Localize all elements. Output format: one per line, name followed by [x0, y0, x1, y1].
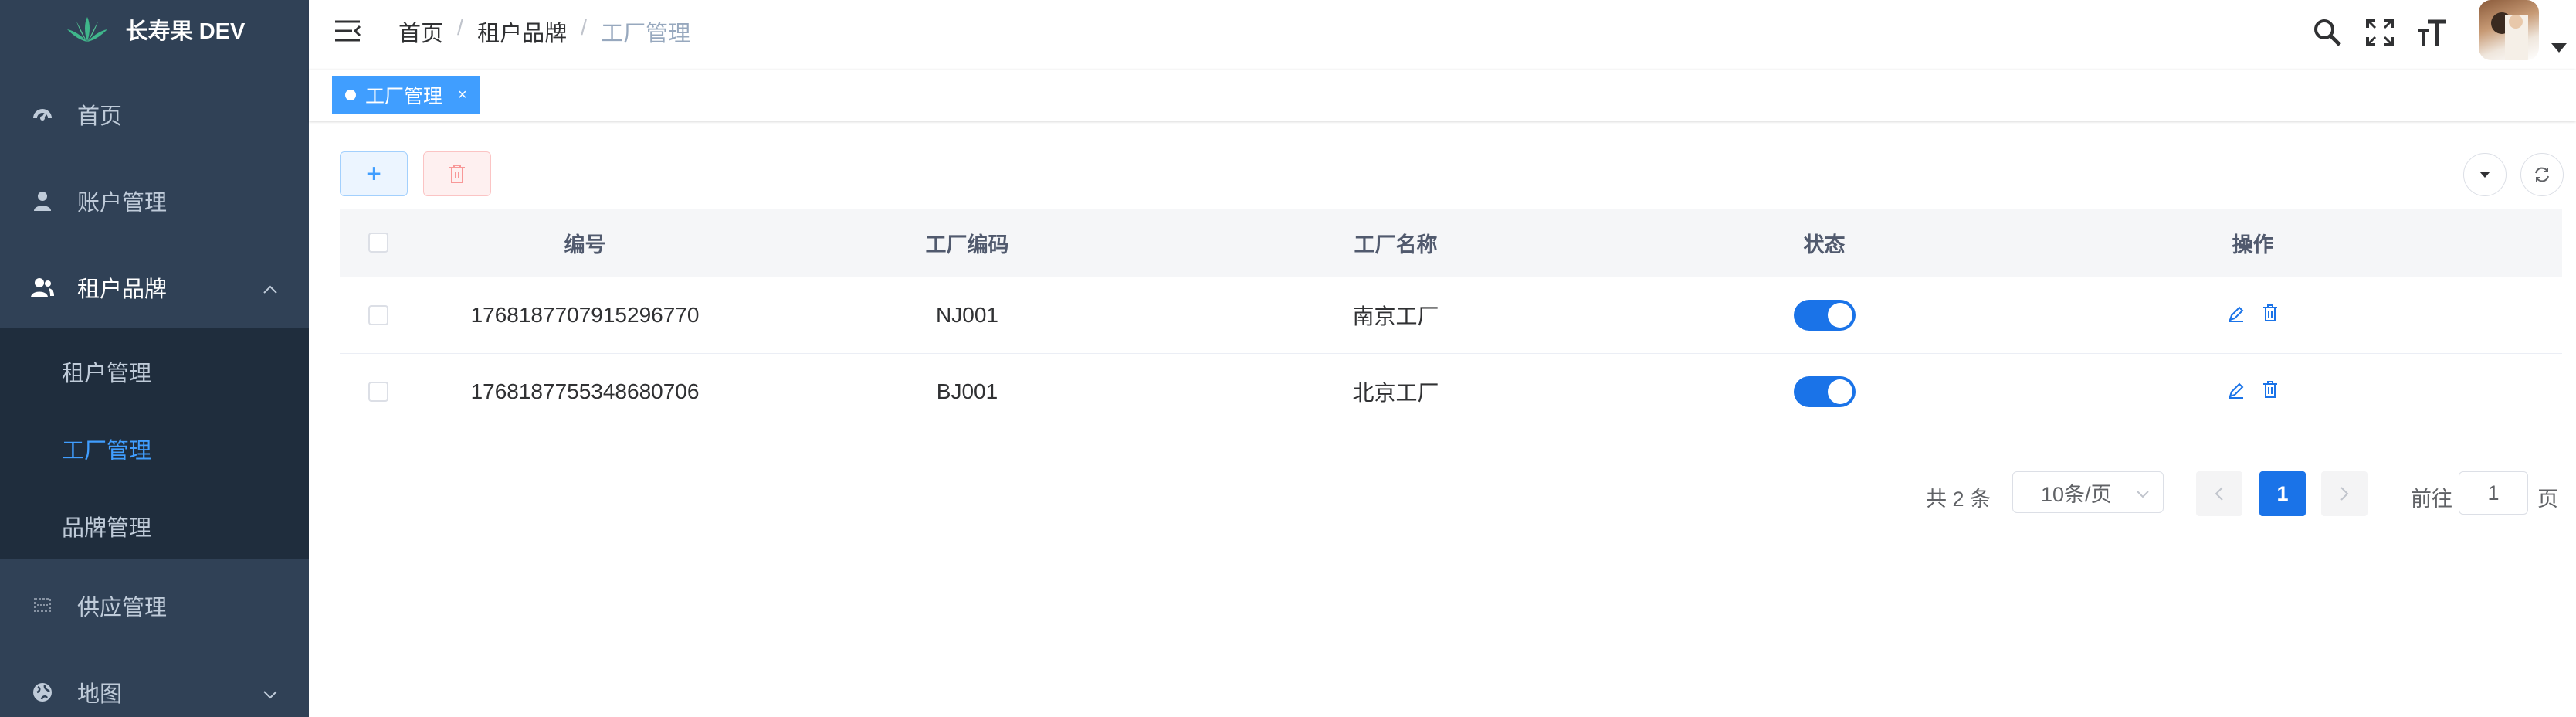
chevron-left-icon — [2215, 487, 2223, 501]
tag-dot — [345, 90, 356, 100]
peoples-icon — [29, 274, 56, 301]
submenu: 租户管理 工厂管理 品牌管理 — [0, 328, 309, 559]
trash-icon — [449, 165, 465, 183]
table-header: 编号 工厂编码 工厂名称 状态 操作 — [340, 209, 2562, 277]
add-button[interactable]: + — [340, 151, 408, 196]
row-select-cell — [340, 382, 417, 402]
chevron-down-icon — [263, 680, 278, 705]
sidebar-item-home[interactable]: 首页 — [0, 93, 309, 136]
breadcrumb: 首页 / 租户品牌 / 工厂管理 — [398, 15, 690, 48]
edit-icon[interactable] — [2228, 303, 2245, 328]
user-icon — [29, 188, 56, 214]
column-header-code[interactable]: 工厂编码 — [753, 228, 1181, 258]
table-row[interactable]: 1768187755348680706 BJ001 北京工厂 — [340, 354, 2562, 430]
page-number-current[interactable]: 1 — [2259, 471, 2306, 516]
sidebar-item-label: 账户管理 — [77, 191, 168, 216]
sidebar-item-label: 租户品牌 — [77, 277, 168, 302]
breadcrumb-separator: / — [581, 15, 588, 40]
next-page-button[interactable] — [2321, 471, 2368, 516]
logo-icon — [66, 17, 107, 42]
cell-name: 北京工厂 — [1352, 381, 1439, 405]
row-select-cell — [340, 305, 417, 325]
close-icon[interactable]: × — [458, 87, 467, 104]
select-all-cell — [340, 233, 417, 253]
goto-label: 前往 — [2411, 488, 2452, 511]
actions-cell — [2039, 303, 2467, 328]
tag-factory-management[interactable]: 工厂管理 × — [332, 76, 480, 114]
delete-icon[interactable] — [2262, 379, 2279, 404]
column-header-status[interactable]: 状态 — [1610, 228, 2039, 258]
breadcrumb-separator: / — [457, 15, 464, 40]
delete-button[interactable] — [423, 151, 491, 196]
sidebar-item-label: 地图 — [77, 682, 123, 707]
column-header-id[interactable]: 编号 — [417, 228, 753, 258]
table-row[interactable]: 1768187707915296770 NJ001 南京工厂 — [340, 277, 2562, 354]
sidebar-item-tenant-brand[interactable]: 租户品牌 — [0, 266, 309, 309]
page-size-value: 10条/页 — [2041, 482, 2112, 506]
status-switch[interactable] — [1793, 376, 1856, 407]
page-size-select[interactable]: 10条/页 — [2012, 471, 2164, 513]
refresh-button[interactable] — [2520, 153, 2564, 196]
hamburger-icon[interactable] — [334, 19, 361, 47]
pagination-total: 共 2 条 — [1926, 488, 1991, 511]
dashboard-icon — [29, 101, 56, 127]
caret-down-icon — [2479, 172, 2490, 178]
prev-page-button[interactable] — [2196, 471, 2242, 516]
chevron-down-icon — [2135, 483, 2151, 507]
avatar[interactable] — [2479, 0, 2539, 60]
cell-code: BJ001 — [936, 379, 998, 403]
edit-icon[interactable] — [2228, 379, 2245, 404]
delete-icon[interactable] — [2262, 303, 2279, 328]
breadcrumb-current: 工厂管理 — [601, 22, 691, 46]
pagination: 共 2 条 10条/页 1 前往 1 页 — [0, 471, 2576, 518]
logo[interactable]: 长寿果 DEV — [0, 0, 309, 59]
supply-icon — [29, 593, 56, 619]
tag-label: 工厂管理 — [365, 86, 443, 107]
globe-icon — [29, 679, 56, 705]
cell-id: 1768187707915296770 — [470, 303, 700, 327]
column-header-actions: 操作 — [2232, 233, 2274, 257]
cell-name: 南京工厂 — [1352, 304, 1439, 328]
status-cell — [1610, 376, 2039, 407]
app-title: 长寿果 DEV — [125, 19, 246, 44]
breadcrumb-tenant-brand[interactable]: 租户品牌 — [477, 15, 567, 48]
sidebar-item-supply[interactable]: 供应管理 — [0, 584, 309, 627]
row-checkbox[interactable] — [368, 382, 388, 402]
caret-down-icon[interactable] — [2551, 43, 2567, 53]
row-checkbox[interactable] — [368, 305, 388, 325]
chevron-up-icon — [263, 275, 278, 301]
fullscreen-icon[interactable] — [2364, 17, 2395, 52]
sidebar-item-label: 供应管理 — [77, 596, 168, 620]
sidebar-subitem-tenant[interactable]: 租户管理 — [62, 355, 151, 388]
breadcrumb-home[interactable]: 首页 — [398, 15, 443, 48]
select-all-checkbox[interactable] — [368, 233, 388, 253]
sidebar-item-map[interactable]: 地图 — [0, 671, 309, 714]
refresh-icon — [2535, 167, 2549, 182]
page-suffix-label: 页 — [2537, 488, 2558, 511]
tags-view: 工厂管理 × — [309, 70, 2576, 121]
navbar: 首页 / 租户品牌 / 工厂管理 — [309, 0, 2576, 70]
cell-code: NJ001 — [936, 303, 998, 327]
toggle-search-button[interactable] — [2463, 153, 2507, 196]
actions-cell — [2039, 379, 2467, 404]
cell-id: 1768187755348680706 — [470, 379, 700, 403]
status-cell — [1610, 300, 2039, 331]
sidebar-item-accounts[interactable]: 账户管理 — [0, 179, 309, 223]
column-header-name[interactable]: 工厂名称 — [1181, 228, 1610, 258]
factory-table: 编号 工厂编码 工厂名称 状态 操作 1768187707915296770 N… — [340, 209, 2562, 430]
search-icon[interactable] — [2312, 17, 2343, 52]
status-switch[interactable] — [1793, 300, 1856, 331]
sidebar: 长寿果 DEV 首页 账户管理 租户品牌 租户管理 工厂管理 品牌管理 供应管理 — [0, 0, 309, 717]
goto-page-input[interactable]: 1 — [2459, 471, 2528, 515]
chevron-right-icon — [2340, 487, 2349, 501]
sidebar-subitem-factory[interactable]: 工厂管理 — [62, 433, 151, 465]
sidebar-item-label: 首页 — [77, 104, 123, 129]
font-size-icon[interactable] — [2417, 17, 2448, 52]
